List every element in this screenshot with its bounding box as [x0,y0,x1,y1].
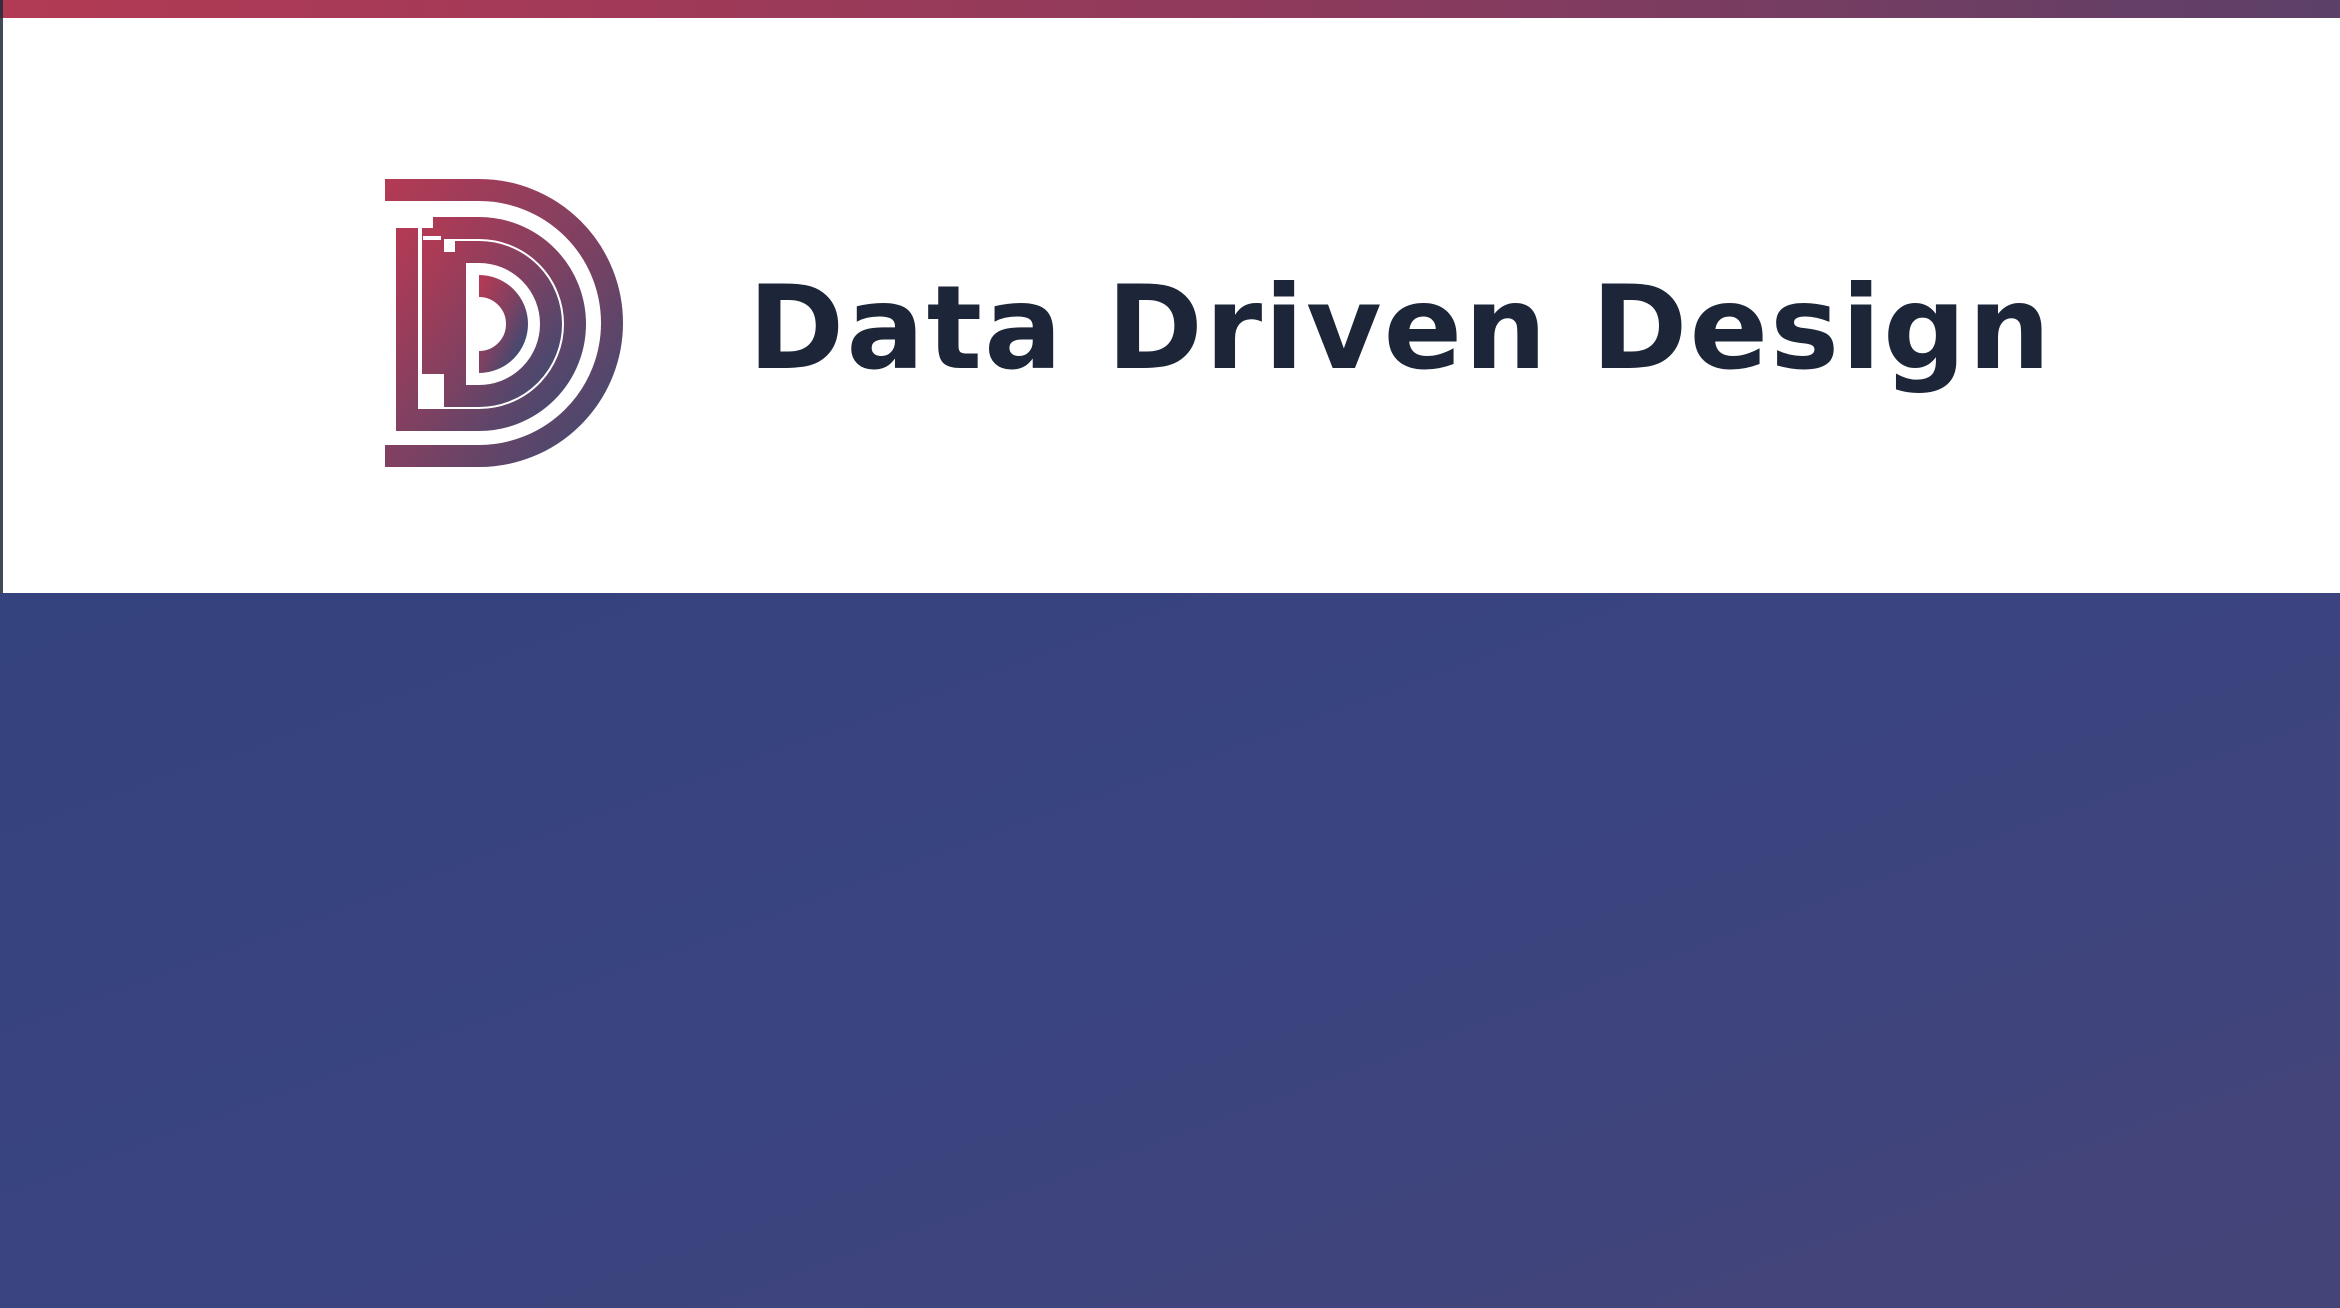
hero-panel [0,593,2340,1308]
site-header: Data Driven Design [0,18,2340,593]
ddd-monogram-logo-icon[interactable] [383,176,633,471]
brand-name: Data Driven Design [748,261,2053,396]
left-edge-line [0,0,3,593]
top-accent-stripe [0,0,2340,18]
page: Data Driven Design [0,0,2340,1308]
